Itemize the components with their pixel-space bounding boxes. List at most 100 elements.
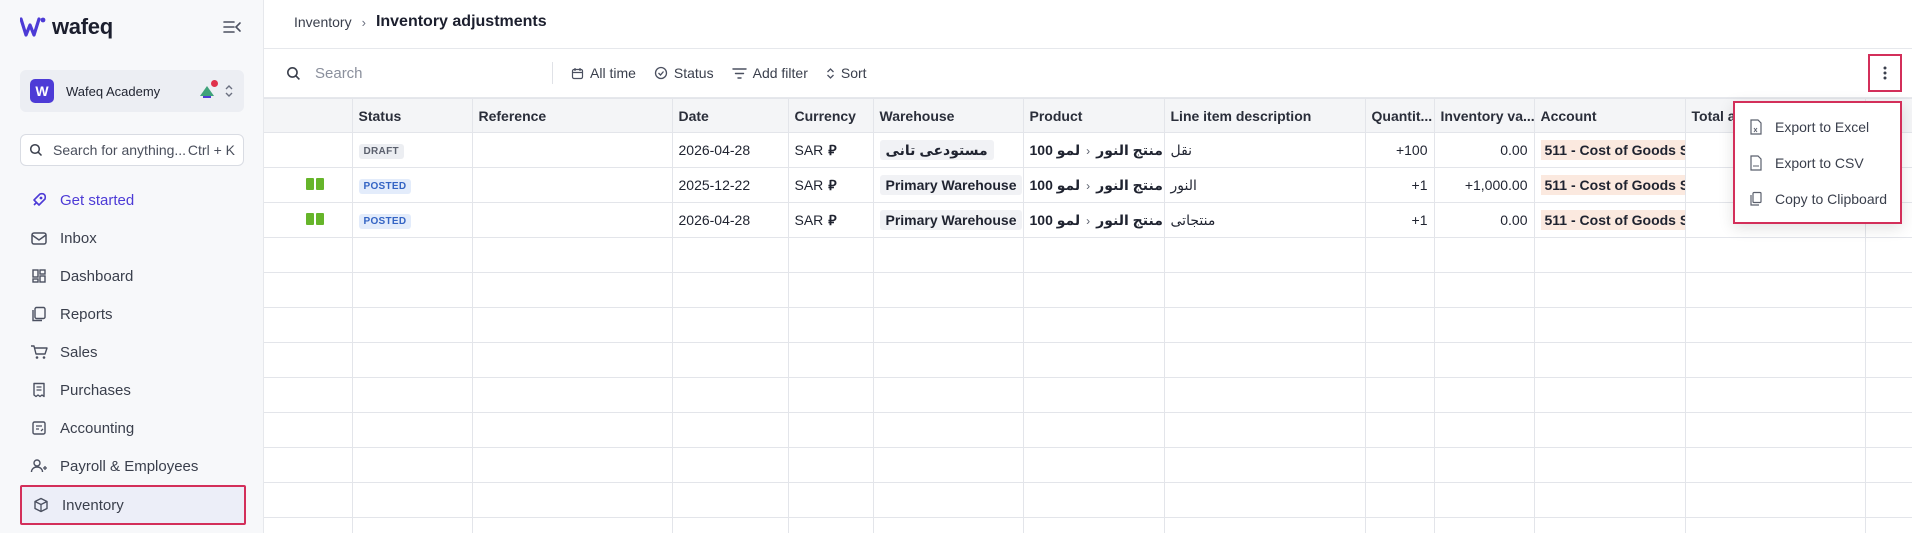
global-search-input[interactable]: Search for anything... Ctrl + K [20,134,244,166]
empty-cell [788,377,874,413]
empty-cell [472,272,673,308]
nav-item-dashboard[interactable]: Dashboard [20,257,246,295]
col-date[interactable]: Date [672,98,789,133]
riyal-symbol-icon: ⃁ [828,177,837,193]
empty-cell [352,377,473,413]
chevron-left-icon: ‹ [1086,213,1091,228]
search-shortcut: Ctrl + K [187,142,235,158]
status-badge: DRAFT [358,144,404,159]
empty-cell [264,412,353,448]
col-line-item[interactable]: Line item description [1164,98,1366,133]
status-cell: POSTED [352,202,473,238]
nav-item-reports[interactable]: Reports [20,295,246,333]
product-name: 100 منتج النور [1029,176,1163,193]
empty-cell [264,342,353,378]
inventory-value-cell: 0.00 [1434,132,1535,168]
nav-item-payroll[interactable]: Payroll & Employees [20,447,246,485]
copy-clipboard-item[interactable]: Copy to Clipboard [1735,181,1900,217]
table-row[interactable]: POSTED 2025-12-22 SAR ⃁ Primary Warehouse 100… [264,167,1912,203]
nav-item-purchases[interactable]: Purchases [20,371,246,409]
empty-cell [1434,412,1535,448]
status-cell: POSTED [352,167,473,203]
col-product[interactable]: Product [1023,98,1165,133]
rocket-icon [30,191,48,209]
empty-row [264,237,1912,273]
col-inventory-value[interactable]: Inventory va... [1434,98,1535,133]
cart-icon [30,343,48,361]
col-reference[interactable]: Reference [472,98,673,133]
currency-cell: SAR ⃁ [788,132,874,168]
empty-cell [1164,342,1366,378]
posted-book-icon [306,213,324,225]
empty-cell [1434,272,1535,308]
empty-cell [1365,272,1435,308]
empty-cell [672,482,789,518]
status-filter-button[interactable]: Status [654,65,714,81]
breadcrumb-parent[interactable]: Inventory [294,14,352,30]
quantity-cell: +1 [1365,202,1435,238]
empty-cell [1685,447,1866,483]
chevron-up-down-icon[interactable] [224,84,234,98]
wafeq-logo[interactable]: wafeq [20,14,113,40]
col-status[interactable]: Status [352,98,473,133]
empty-cell [1685,237,1866,273]
empty-row [264,517,1912,533]
nav-item-get-started[interactable]: Get started [20,181,246,219]
empty-cell [264,377,353,413]
account-chip: 511 - Cost of Goods S [1540,210,1684,230]
empty-cell [1534,412,1686,448]
status-badge: POSTED [358,214,412,229]
empty-cell [1023,482,1165,518]
check-circle-icon [654,66,668,80]
col-quantity[interactable]: Quantit... [1365,98,1435,133]
nav-item-inventory[interactable]: Inventory [20,485,246,525]
col-account[interactable]: Account [1534,98,1686,133]
nav-item-accounting[interactable]: Accounting [20,409,246,447]
account-cell: 511 - Cost of Goods S [1534,202,1686,238]
empty-cell [672,307,789,343]
warehouse-cell: مستودعى تانى [873,132,1024,168]
empty-cell [788,272,874,308]
table-search-input[interactable]: Search [264,62,553,84]
notification-icon[interactable] [198,80,218,99]
nav-item-inbox[interactable]: Inbox [20,219,246,257]
empty-cell [472,377,673,413]
organization-switcher[interactable]: W Wafeq Academy [20,70,244,112]
empty-cell [1534,377,1686,413]
all-time-filter-button[interactable]: All time [571,65,636,81]
collapse-sidebar-icon[interactable] [222,18,242,36]
vertical-dots-icon [1883,66,1887,80]
date-cell: 2025-12-22 [672,167,789,203]
add-filter-button[interactable]: Add filter [731,65,808,81]
breadcrumb: Inventory › Inventory adjustments [294,13,547,31]
export-excel-item[interactable]: Export to Excel [1735,109,1900,145]
empty-cell [1434,482,1535,518]
empty-cell [352,272,473,308]
warehouse-cell: Primary Warehouse [873,167,1024,203]
table-row[interactable]: DRAFT 2026-04-28 SAR ⃁ مستودعى تانى 100 منتج … [264,132,1912,168]
nav-item-sales[interactable]: Sales [20,333,246,371]
sort-icon [826,67,834,79]
empty-cell [1023,412,1165,448]
sort-button[interactable]: Sort [826,65,867,81]
more-options-button[interactable] [1868,54,1902,92]
empty-cell [1164,307,1366,343]
empty-cell [1365,447,1435,483]
reference-cell [472,202,673,238]
inventory-adjustments-table: Status Reference Date Currency Warehouse… [264,98,1912,533]
quantity-cell: +1 [1365,167,1435,203]
empty-cell [1865,447,1912,483]
empty-cell [788,307,874,343]
export-csv-item[interactable]: Export to CSV [1735,145,1900,181]
empty-cell [1865,517,1912,533]
reference-cell [472,167,673,203]
empty-cell [1023,342,1165,378]
empty-cell [472,482,673,518]
empty-cell [352,307,473,343]
table-row[interactable]: POSTED 2026-04-28 SAR ⃁ Primary Warehouse 100… [264,202,1912,238]
empty-cell [1023,447,1165,483]
col-warehouse[interactable]: Warehouse [873,98,1024,133]
empty-cell [672,412,789,448]
empty-cell [1685,517,1866,533]
col-currency[interactable]: Currency [788,98,874,133]
